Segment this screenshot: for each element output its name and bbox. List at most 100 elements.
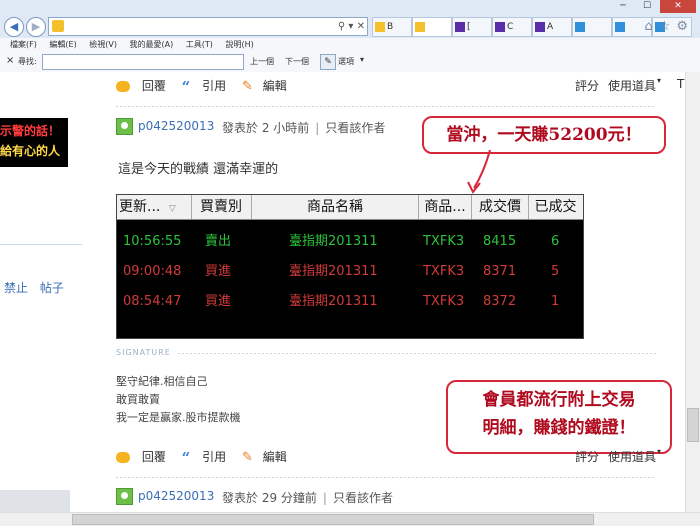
column-header-side[interactable]: 買賣別: [191, 195, 252, 219]
sort-icon: ▽: [168, 204, 176, 214]
post-time: 發表於 29 分鐘前: [222, 491, 317, 505]
browser-tab[interactable]: [412, 17, 452, 37]
table-row[interactable]: 10:56:55 賣出 臺指期201311 TXFK3 8415 6: [117, 227, 583, 257]
tools-button[interactable]: 使用道具: [608, 448, 656, 465]
post-separator: [116, 477, 656, 478]
minimize-icon[interactable]: ─: [612, 0, 634, 13]
post-action-bar-bottom: 回覆 “ 引用 ✎ 編輯 評分 使用道具 ▾: [116, 447, 686, 467]
callout-arrow-icon: [467, 150, 491, 194]
sidebar-banner[interactable]: 示警的話！ 給有心的人: [0, 118, 68, 167]
menu-view[interactable]: 檢視(V): [89, 40, 117, 49]
quote-icon: “: [181, 77, 191, 96]
window-controls: ─ ☐ ✕: [612, 0, 696, 14]
find-options-button[interactable]: 選項: [338, 56, 354, 67]
find-input[interactable]: [42, 54, 244, 70]
tab-favicon-icon: [615, 21, 625, 32]
cell-price: 8371: [483, 264, 517, 279]
post-username[interactable]: p042520013: [138, 119, 214, 133]
cell-side: 買進: [205, 294, 232, 309]
horizontal-scroll-thumb[interactable]: [72, 514, 594, 525]
tab-label: A: [547, 22, 554, 32]
find-close-icon[interactable]: ×: [6, 55, 14, 66]
column-header-qty[interactable]: 已成交: [529, 195, 582, 219]
post-meta: 發表於 2 小時前 | 只看該作者: [222, 121, 386, 135]
trade-table-header: 更新... ▽ 買賣別 商品名稱 商品... 成交價 已成交: [117, 195, 583, 220]
window-titlebar: ─ ☐ ✕: [0, 0, 700, 14]
quote-button[interactable]: 引用: [202, 79, 226, 93]
column-header-code[interactable]: 商品...: [419, 195, 472, 219]
rate-button[interactable]: 評分: [575, 448, 599, 465]
menu-file[interactable]: 檔案(F): [10, 40, 37, 49]
sidebar-links[interactable]: 禁止 帖子: [4, 279, 64, 296]
tools-button[interactable]: 使用道具: [608, 77, 656, 94]
maximize-icon[interactable]: ☐: [636, 0, 658, 13]
cell-code: TXFK3: [423, 264, 465, 279]
cell-side: 賣出: [205, 234, 232, 249]
sidebar-footer: [0, 490, 70, 512]
signature-line: 我一定是贏家.股市提款機: [116, 411, 241, 424]
column-header-time-label: 更新...: [119, 199, 161, 215]
browser-tab[interactable]: C: [492, 17, 532, 37]
tab-label: [: [467, 22, 471, 32]
user-icon: [116, 488, 133, 505]
reply-icon: [116, 81, 130, 92]
menu-bar: 檔案(F) 編輯(E) 檢視(V) 我的最愛(A) 工具(T) 說明(H): [0, 38, 700, 52]
only-author-link[interactable]: 只看該作者: [325, 121, 385, 135]
home-favorites-tools-icons[interactable]: ⌂☆⚙: [644, 19, 694, 34]
callout-proof: 會員都流行附上交易 明細，賺錢的鐵證！: [446, 380, 672, 454]
only-author-link[interactable]: 只看該作者: [333, 491, 393, 505]
cell-time: 08:54:47: [123, 294, 182, 309]
trade-detail-table: 更新... ▽ 買賣別 商品名稱 商品... 成交價 已成交 10:56:55 賣…: [116, 194, 584, 339]
column-header-price[interactable]: 成交價: [472, 195, 529, 219]
post-body-text: 這是今天的戰績 還滿幸運的: [118, 162, 279, 177]
extra-button[interactable]: T: [677, 77, 684, 91]
reply-button[interactable]: 回覆: [142, 450, 166, 464]
cell-price: 8415: [483, 234, 517, 249]
menu-tools[interactable]: 工具(T): [186, 40, 213, 49]
vertical-scroll-thumb[interactable]: [687, 408, 699, 442]
navigation-bar: ◀ ▶ ⚲ ▾ ✕ B [ C A ⌂☆⚙: [0, 14, 700, 39]
chevron-down-icon[interactable]: ▾: [657, 76, 661, 85]
table-row[interactable]: 09:00:48 買進 臺指期201311 TXFK3 8371 5: [117, 257, 583, 287]
edit-button[interactable]: 編輯: [263, 450, 287, 464]
cell-price: 8372: [483, 294, 517, 309]
post-action-bar-top: 回覆 “ 引用 ✎ 編輯 評分 使用道具 ▾ T: [116, 76, 686, 96]
post-header: p042520013 發表於 29 分鐘前 | 只看該作者: [116, 488, 586, 506]
cell-time: 09:00:48: [123, 264, 182, 279]
menu-edit[interactable]: 編輯(E): [49, 40, 76, 49]
chevron-down-icon[interactable]: ▾: [360, 55, 364, 64]
find-next-button[interactable]: 下一個: [285, 56, 309, 67]
cell-side: 買進: [205, 264, 232, 279]
table-row[interactable]: 08:54:47 買進 臺指期201311 TXFK3 8372 1: [117, 287, 583, 317]
column-header-name[interactable]: 商品名稱: [252, 195, 419, 219]
browser-tab[interactable]: A: [532, 17, 572, 37]
vertical-scrollbar[interactable]: [685, 72, 700, 512]
chevron-down-icon[interactable]: ▾: [657, 447, 661, 456]
address-tools-icon[interactable]: ⚲ ▾ ✕: [338, 18, 365, 35]
reply-button[interactable]: 回覆: [142, 79, 166, 93]
quote-button[interactable]: 引用: [202, 450, 226, 464]
browser-tab[interactable]: B: [372, 17, 412, 37]
menu-favorites[interactable]: 我的最愛(A): [130, 40, 174, 49]
menu-help[interactable]: 說明(H): [225, 40, 253, 49]
back-icon[interactable]: ◀: [4, 17, 24, 37]
cell-code: TXFK3: [423, 234, 465, 249]
quote-icon: “: [181, 448, 191, 467]
rate-button[interactable]: 評分: [575, 77, 599, 94]
tab-label: C: [507, 22, 514, 32]
column-header-time[interactable]: 更新... ▽: [117, 195, 192, 219]
browser-tab[interactable]: [: [452, 17, 492, 37]
browser-tab[interactable]: [572, 17, 612, 37]
signature-label: SIGNATURE: [116, 348, 171, 357]
user-icon: [116, 118, 133, 135]
edit-button[interactable]: 編輯: [263, 79, 287, 93]
find-prev-button[interactable]: 上一個: [250, 56, 274, 67]
address-bar[interactable]: ⚲ ▾ ✕: [48, 17, 368, 36]
sidebar-divider: [0, 244, 82, 245]
tab-favicon-icon: [575, 21, 585, 32]
tab-label: B: [387, 22, 394, 32]
find-options-icon[interactable]: ✎: [320, 54, 336, 70]
forward-icon[interactable]: ▶: [26, 17, 46, 37]
post-username[interactable]: p042520013: [138, 489, 214, 503]
close-icon[interactable]: ✕: [660, 0, 696, 13]
